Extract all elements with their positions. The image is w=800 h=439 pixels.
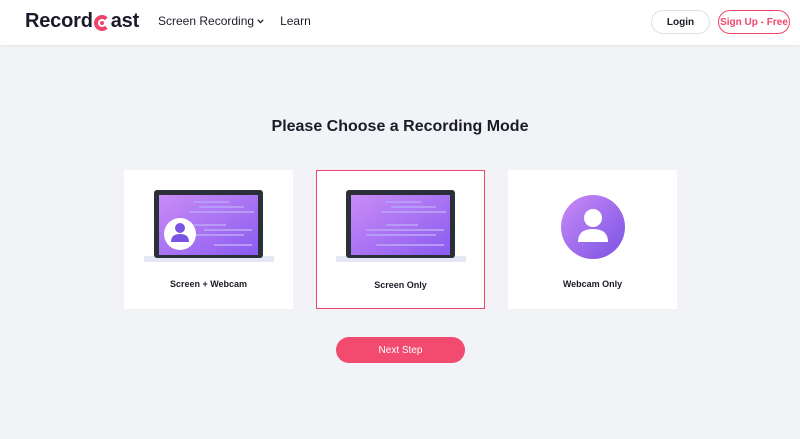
laptop-with-avatar-icon: [144, 190, 274, 262]
user-avatar-icon: [561, 195, 625, 259]
nav-screen-recording[interactable]: Screen Recording: [158, 14, 264, 28]
login-button[interactable]: Login: [651, 10, 710, 34]
main-nav: Screen Recording Learn: [158, 14, 311, 28]
nav-screen-recording-label: Screen Recording: [158, 14, 255, 28]
chevron-down-icon: [257, 18, 264, 24]
nav-learn[interactable]: Learn: [280, 14, 311, 28]
mode-label: Screen Only: [374, 280, 427, 290]
top-navigation-bar: Record ast Screen Recording Learn Login …: [0, 0, 800, 45]
signup-button[interactable]: Sign Up - Free: [718, 10, 790, 34]
recordcast-logo[interactable]: Record ast: [25, 10, 139, 33]
mode-card-webcam-only[interactable]: Webcam Only: [508, 170, 677, 309]
page-title: Please Choose a Recording Mode: [271, 118, 529, 135]
mode-label: Screen + Webcam: [169, 279, 248, 289]
next-step-button[interactable]: Next Step: [336, 337, 465, 363]
nav-learn-label: Learn: [280, 14, 311, 28]
logo-text-part-1: Record: [25, 10, 93, 32]
logo-record-icon: [93, 14, 110, 31]
mode-label: Webcam Only: [562, 279, 623, 289]
mode-card-screen-webcam[interactable]: Screen + Webcam: [124, 170, 293, 309]
mode-card-screen-only[interactable]: Screen Only: [316, 170, 485, 309]
laptop-icon: [336, 190, 466, 262]
logo-text-part-2: ast: [110, 10, 140, 32]
